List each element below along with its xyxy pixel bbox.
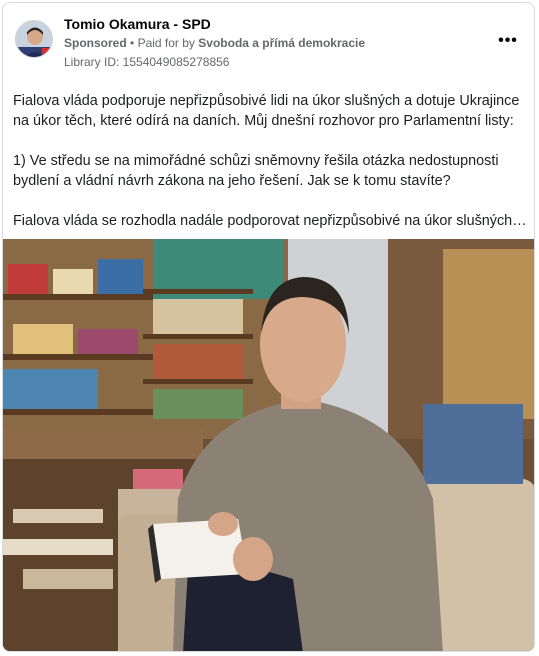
post-paragraph: Fialova vláda podporuje nepřizpůsobivé l… [13,93,520,129]
page-name[interactable]: Tomio Okamura - SPD [64,16,211,32]
more-horizontal-icon: ••• [498,32,518,49]
post-photo[interactable] [3,239,534,651]
payer-link[interactable]: Svoboda a přímá demokracie [198,36,365,50]
bookstore-photo-image [3,239,534,651]
library-id: Library ID: 1554049085278856 [64,55,230,69]
post-paragraph-truncated[interactable]: Fialova vláda se rozhodla nadále podporo… [13,211,528,231]
sponsored-label: Sponsored [64,36,127,50]
ad-post-card: Tomio Okamura - SPD Sponsored • Paid for… [2,2,535,652]
post-body: Fialova vláda podporuje nepřizpůsobivé l… [13,91,528,231]
separator-dot: • [130,36,138,50]
sponsored-line: Sponsored • Paid for by Svoboda a přímá … [64,36,365,50]
post-paragraph: 1) Ve středu se na mimořádné schůzi sněm… [13,153,499,189]
avatar-image-icon [16,21,52,57]
paid-for-prefix: Paid for by [137,36,195,50]
more-options-button[interactable]: ••• [494,29,522,53]
page-avatar[interactable] [15,20,53,58]
post-header: Tomio Okamura - SPD Sponsored • Paid for… [3,3,534,83]
